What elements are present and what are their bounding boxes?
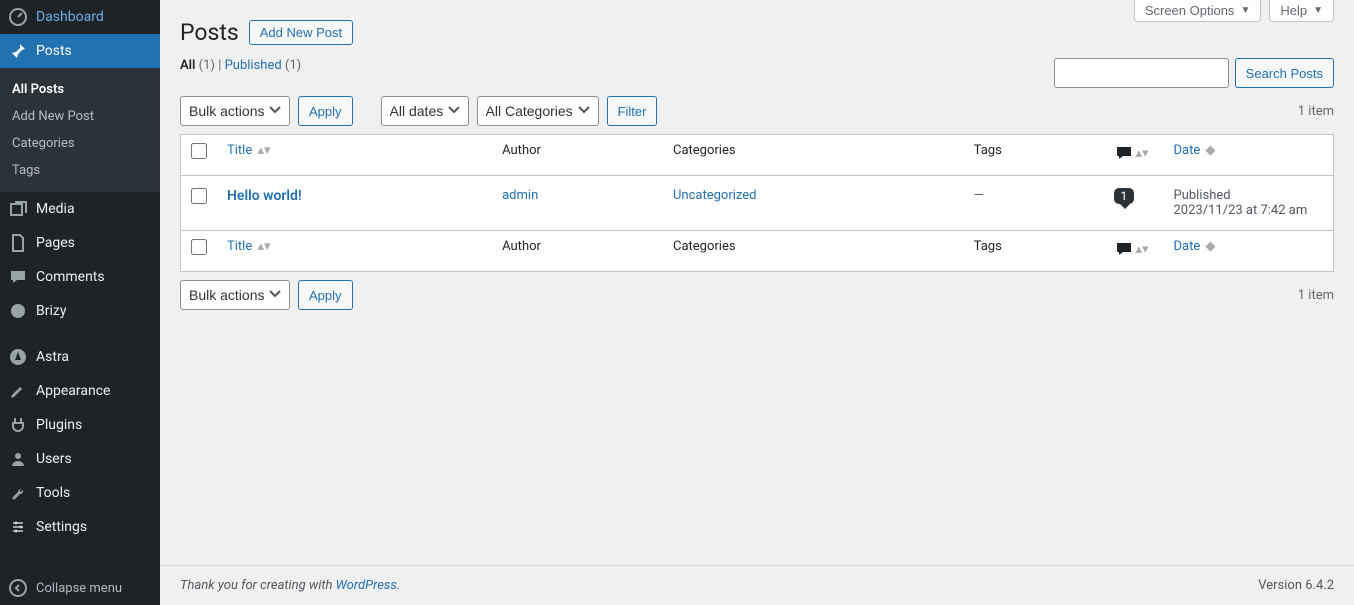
search-button[interactable]: Search Posts	[1235, 58, 1334, 88]
col-author: Author	[492, 135, 663, 176]
menu-astra[interactable]: Astra	[0, 340, 160, 374]
submenu-tags[interactable]: Tags	[0, 157, 160, 184]
version-text: Version 6.4.2	[1258, 578, 1334, 593]
menu-label: Media	[36, 201, 75, 217]
menu-label: Comments	[36, 269, 105, 285]
view-filters: All (1) | Published (1)	[180, 58, 1054, 73]
col-tags: Tags	[964, 135, 1104, 176]
add-new-post-button[interactable]: Add New Post	[249, 20, 353, 45]
filter-button[interactable]: Filter	[607, 96, 658, 126]
menu-settings[interactable]: Settings	[0, 510, 160, 544]
wrench-icon	[8, 483, 28, 503]
posts-submenu: All Posts Add New Post Categories Tags	[0, 68, 160, 192]
sort-icon: ◆	[1202, 143, 1215, 158]
menu-comments[interactable]: Comments	[0, 260, 160, 294]
settings-icon	[8, 517, 28, 537]
view-all[interactable]: All (1)	[180, 58, 215, 73]
author-link[interactable]: admin	[502, 188, 538, 203]
content-area: Screen Options▼ Help▼ Posts Add New Post…	[160, 0, 1354, 605]
menu-brizy[interactable]: Brizy	[0, 294, 160, 328]
sort-icon: ▴▾	[254, 143, 270, 158]
menu-label: Users	[36, 451, 72, 467]
collapse-label: Collapse menu	[36, 581, 122, 596]
row-checkbox[interactable]	[191, 188, 207, 204]
menu-label: Astra	[36, 349, 69, 365]
plug-icon	[8, 415, 28, 435]
tags-cell: —	[964, 176, 1104, 231]
apply-button-bottom[interactable]: Apply	[298, 280, 353, 310]
col-author: Author	[492, 231, 663, 272]
select-all-checkbox-top[interactable]	[191, 143, 207, 159]
posts-table: Title ▴▾ Author Categories Tags ▴▾ Date …	[180, 134, 1334, 272]
submenu-categories[interactable]: Categories	[0, 130, 160, 157]
submenu-add-new[interactable]: Add New Post	[0, 103, 160, 130]
bulk-actions-select[interactable]: Bulk actions	[180, 96, 290, 126]
menu-label: Plugins	[36, 417, 82, 433]
comment-column-icon[interactable]: ▴▾	[1114, 239, 1149, 259]
media-icon	[8, 199, 28, 219]
view-published[interactable]: Published (1)	[225, 58, 302, 73]
category-link[interactable]: Uncategorized	[673, 188, 756, 203]
menu-label: Appearance	[36, 383, 110, 399]
menu-media[interactable]: Media	[0, 192, 160, 226]
search-input[interactable]	[1054, 58, 1229, 88]
menu-label: Pages	[36, 235, 75, 251]
item-count-top: 1 item	[1298, 104, 1334, 119]
menu-label: Tools	[36, 485, 70, 501]
col-title[interactable]: Title ▴▾	[227, 143, 271, 158]
menu-plugins[interactable]: Plugins	[0, 408, 160, 442]
bulk-actions-select-bottom[interactable]: Bulk actions	[180, 280, 290, 310]
date-filter-select[interactable]: All dates	[381, 96, 469, 126]
col-date[interactable]: Date ◆	[1174, 143, 1216, 158]
dashboard-icon	[8, 7, 28, 27]
user-icon	[8, 449, 28, 469]
pin-icon	[8, 41, 28, 61]
category-filter-select[interactable]: All Categories	[477, 96, 599, 126]
col-tags: Tags	[964, 231, 1104, 272]
menu-appearance[interactable]: Appearance	[0, 374, 160, 408]
table-row: Hello world! admin Uncategorized — 1 Pub…	[181, 176, 1334, 231]
menu-dashboard[interactable]: Dashboard	[0, 0, 160, 34]
menu-label: Settings	[36, 519, 87, 535]
comment-count[interactable]: 1	[1114, 188, 1135, 204]
col-date[interactable]: Date ◆	[1174, 239, 1216, 254]
wordpress-link[interactable]: WordPress	[336, 578, 397, 593]
pages-icon	[8, 233, 28, 253]
col-categories: Categories	[663, 231, 964, 272]
submenu-all-posts[interactable]: All Posts	[0, 76, 160, 103]
apply-button-top[interactable]: Apply	[298, 96, 353, 126]
item-count-bottom: 1 item	[1298, 288, 1334, 303]
menu-label: Dashboard	[36, 9, 104, 25]
sort-icon: ▴▾	[1136, 146, 1149, 161]
chevron-down-icon: ▼	[1313, 5, 1323, 16]
date-cell: Published2023/11/23 at 7:42 am	[1164, 176, 1334, 231]
brush-icon	[8, 381, 28, 401]
collapse-menu[interactable]: Collapse menu	[0, 571, 160, 605]
comment-icon	[8, 267, 28, 287]
menu-pages[interactable]: Pages	[0, 226, 160, 260]
col-title[interactable]: Title ▴▾	[227, 239, 271, 254]
menu-users[interactable]: Users	[0, 442, 160, 476]
chevron-down-icon: ▼	[1240, 5, 1250, 16]
select-all-checkbox-bottom[interactable]	[191, 239, 207, 255]
top-bar: Screen Options▼ Help▼	[1134, 0, 1334, 22]
brizy-icon	[8, 301, 28, 321]
page-title: Posts	[180, 19, 239, 46]
astra-icon	[8, 347, 28, 367]
menu-label: Brizy	[36, 303, 66, 319]
comment-column-icon[interactable]: ▴▾	[1114, 143, 1149, 163]
menu-label: Posts	[36, 43, 72, 59]
menu-tools[interactable]: Tools	[0, 476, 160, 510]
search-box: Search Posts	[1054, 58, 1334, 88]
post-title-link[interactable]: Hello world!	[227, 188, 302, 204]
screen-options-button[interactable]: Screen Options▼	[1134, 0, 1262, 22]
help-button[interactable]: Help▼	[1269, 0, 1334, 22]
collapse-icon	[8, 578, 28, 598]
col-categories: Categories	[663, 135, 964, 176]
menu-posts[interactable]: Posts	[0, 34, 160, 68]
admin-sidebar: Dashboard Posts All Posts Add New Post C…	[0, 0, 160, 605]
admin-footer: Thank you for creating with WordPress. V…	[160, 565, 1354, 605]
